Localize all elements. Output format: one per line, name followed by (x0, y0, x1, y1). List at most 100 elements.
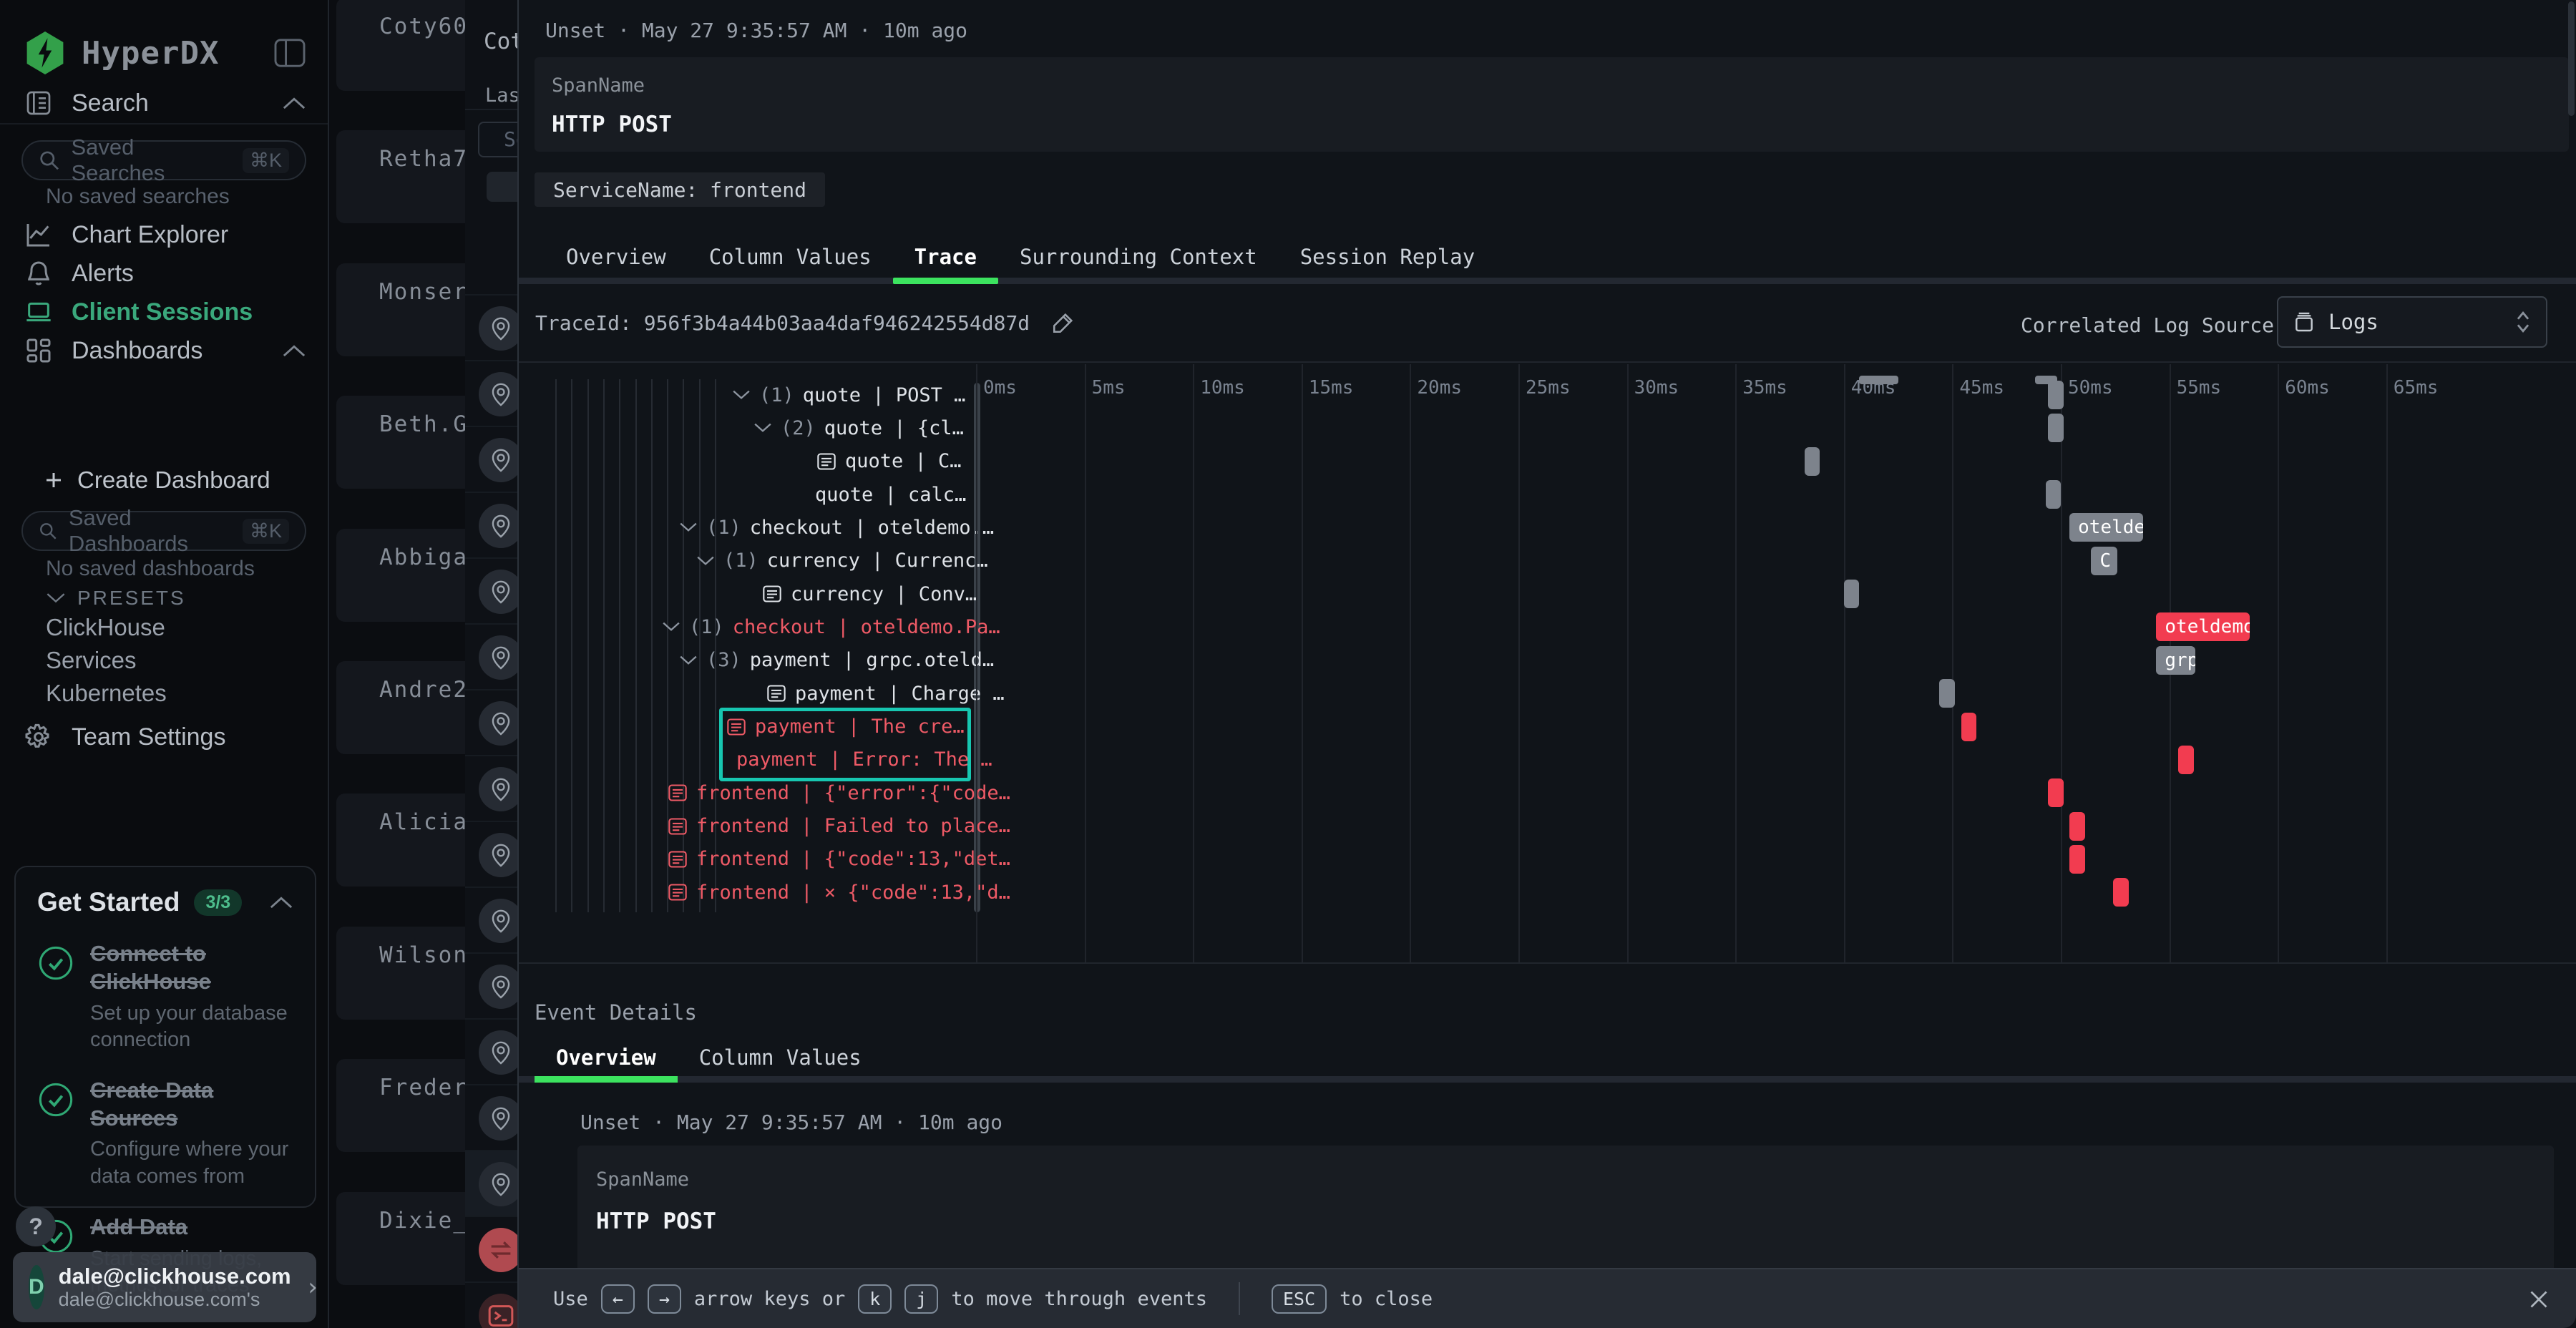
session-event-row[interactable] (465, 294, 517, 360)
trace-span-row[interactable]: frontend | {"error":{"code… (668, 776, 1010, 809)
tab-column-values[interactable]: Column Values (688, 236, 893, 278)
chevron-down-icon[interactable] (679, 521, 698, 534)
arrow-left-key[interactable]: ← (601, 1284, 635, 1314)
service-name-chip[interactable]: ServiceName: frontend (535, 172, 825, 207)
trace-span-row[interactable]: (1)checkout | oteldemo.… (679, 511, 994, 544)
sidebar-item-dashboards[interactable]: Dashboards (24, 336, 306, 365)
get-started-step[interactable]: Create Data SourcesConfigure where your … (37, 1077, 293, 1191)
session-event-row[interactable] (465, 1018, 517, 1084)
session-list-item[interactable]: Frederic (336, 1059, 465, 1152)
span-duration-bar[interactable] (2069, 845, 2085, 874)
trace-span-row[interactable]: currency | Conv… (762, 577, 977, 610)
sidebar-item-client-sessions[interactable]: Client Sessions (24, 298, 306, 326)
span-duration-bar[interactable]: grp (2156, 646, 2195, 675)
chevron-down-icon[interactable] (662, 620, 680, 633)
create-dashboard-button[interactable]: Create Dashboard (43, 467, 270, 494)
session-filter-button[interactable] (487, 172, 517, 202)
session-event-row[interactable] (465, 689, 517, 755)
span-duration-bar[interactable] (2113, 878, 2129, 907)
span-duration-bar[interactable] (2048, 381, 2064, 409)
session-event-row[interactable] (465, 1084, 517, 1150)
chevron-down-icon[interactable] (679, 654, 698, 667)
k-key[interactable]: k (858, 1284, 892, 1314)
sidebar-preset-services[interactable]: Services (46, 647, 137, 674)
sidebar-item-chart-explorer[interactable]: Chart Explorer (24, 220, 306, 249)
span-duration-bar[interactable] (2069, 812, 2085, 841)
trace-span-row[interactable]: (1)checkout | oteldemo.Pa… (662, 610, 1000, 643)
session-event-row[interactable] (465, 623, 517, 689)
trace-span-row[interactable]: frontend | {"code":13,"det… (668, 843, 1010, 876)
chevron-up-icon[interactable] (282, 95, 306, 111)
presets-toggle[interactable]: PRESETS (46, 587, 186, 610)
trace-span-row[interactable]: (3)payment | grpc.oteld… (679, 644, 994, 677)
sidebar-item-search[interactable]: Search (24, 89, 306, 117)
trace-span-row[interactable]: quote | calc… (815, 478, 966, 511)
session-search-input[interactable]: Sea (478, 122, 517, 157)
span-duration-bar[interactable]: oteldemo. (2069, 513, 2143, 542)
event-tab-overview[interactable]: Overview (535, 1038, 678, 1078)
trace-span-row[interactable]: (1)quote | POST … (732, 379, 965, 411)
trace-span-row[interactable]: payment | The cre… (726, 711, 965, 743)
session-event-row[interactable] (465, 1216, 517, 1281)
edit-pencil-icon[interactable] (1051, 311, 1075, 335)
span-duration-bar[interactable] (2046, 480, 2061, 509)
chevron-down-icon[interactable] (696, 555, 715, 567)
session-event-row[interactable] (465, 755, 517, 821)
session-event-row[interactable] (465, 1150, 517, 1216)
session-list-item[interactable]: Alicia42 (336, 794, 465, 887)
tab-session-replay[interactable]: Session Replay (1279, 236, 1496, 278)
session-event-row[interactable] (465, 887, 517, 952)
session-list-item[interactable]: Abbigail (336, 529, 465, 622)
chevron-down-icon[interactable] (732, 389, 751, 401)
trace-span-row[interactable]: frontend | × {"code":13,"d… (668, 876, 1010, 909)
session-list-item[interactable]: Beth.Gol (336, 396, 465, 489)
span-duration-bar[interactable] (1939, 679, 1955, 708)
session-list-item[interactable]: Wilson_H (336, 927, 465, 1020)
arrow-right-key[interactable]: → (648, 1284, 681, 1314)
saved-dashboards-input[interactable]: Saved Dashboards ⌘K (21, 511, 306, 551)
get-started-step[interactable]: Connect to ClickHouseSet up your databas… (37, 940, 293, 1054)
help-button[interactable]: ? (16, 1206, 56, 1246)
span-duration-bar[interactable]: oteldemo. (2156, 612, 2249, 641)
chevron-up-icon[interactable] (282, 343, 306, 358)
session-event-row[interactable] (465, 360, 517, 426)
chevron-down-icon[interactable] (753, 421, 772, 434)
chevron-up-icon[interactable] (269, 894, 293, 910)
span-duration-bar[interactable]: C (2091, 547, 2117, 575)
trace-span-row[interactable]: (2)quote | {cl… (753, 411, 964, 444)
saved-searches-input[interactable]: Saved Searches ⌘K (21, 140, 306, 180)
trace-span-row[interactable]: frontend | Failed to place… (668, 810, 1010, 843)
session-event-row[interactable] (465, 821, 517, 887)
sidebar-preset-kubernetes[interactable]: Kubernetes (46, 680, 167, 707)
session-event-row[interactable] (465, 426, 517, 492)
session-list-item[interactable]: Andre21@ (336, 661, 465, 754)
sidebar-item-alerts[interactable]: Alerts (24, 259, 306, 288)
trace-span-row[interactable]: (1)currency | Currenc… (696, 545, 988, 577)
sidebar-item-team-settings[interactable]: Team Settings (24, 723, 306, 751)
page-scrollbar[interactable] (2568, 1, 2575, 116)
esc-key[interactable]: ESC (1272, 1284, 1327, 1314)
session-list-item[interactable]: Dixie_Mc (336, 1192, 465, 1285)
session-list-item[interactable]: Retha77@ (336, 130, 465, 223)
span-duration-bar[interactable] (2048, 414, 2064, 442)
span-duration-bar[interactable] (1961, 713, 1977, 741)
session-event-row[interactable] (465, 952, 517, 1018)
j-key[interactable]: j (904, 1284, 938, 1314)
trace-span-row[interactable]: quote | C… (816, 445, 962, 478)
collapse-sidebar-icon[interactable] (273, 39, 306, 67)
tab-surrounding-context[interactable]: Surrounding Context (998, 236, 1279, 278)
span-duration-bar[interactable] (1805, 447, 1820, 476)
session-event-row[interactable] (465, 1281, 517, 1328)
session-list-item[interactable]: Monserra (336, 263, 465, 356)
event-tab-column-values[interactable]: Column Values (678, 1038, 883, 1078)
close-icon[interactable] (2526, 1286, 2552, 1312)
tab-overview[interactable]: Overview (545, 236, 688, 278)
session-list-item[interactable]: Coty60@g (336, 0, 465, 91)
span-duration-bar[interactable] (1844, 580, 1859, 608)
tab-trace[interactable]: Trace (893, 236, 998, 278)
session-event-row[interactable] (465, 492, 517, 557)
user-menu[interactable]: D dale@clickhouse.com dale@clickhouse.co… (13, 1252, 316, 1322)
log-source-select[interactable]: Logs (2277, 296, 2547, 348)
trace-span-row[interactable]: payment | Error: The … (736, 743, 992, 776)
session-event-row[interactable] (465, 557, 517, 623)
